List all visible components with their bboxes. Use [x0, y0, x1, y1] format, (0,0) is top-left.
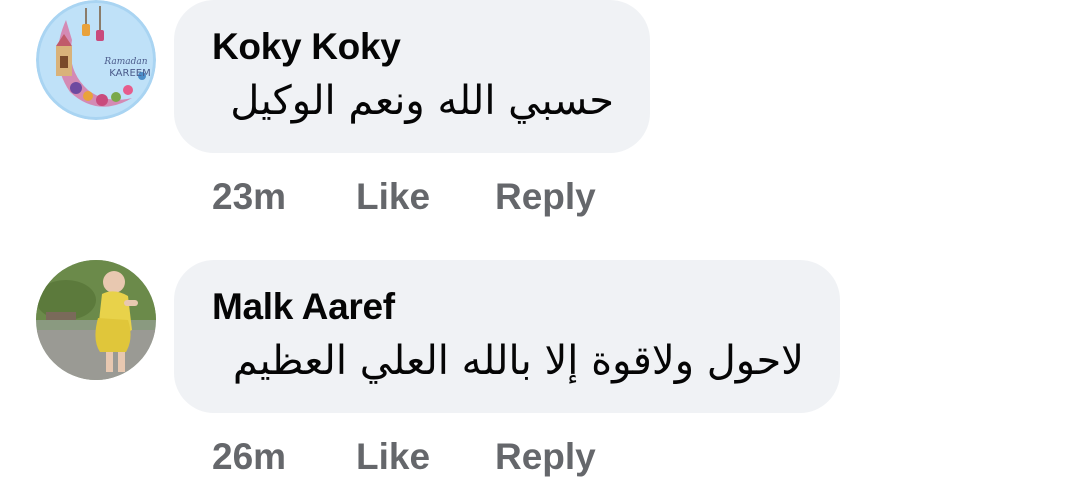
comment-timestamp[interactable]: 23m — [212, 176, 286, 218]
avatar[interactable]: Ramadan KAREEM — [36, 0, 156, 120]
reply-button[interactable]: Reply — [495, 176, 596, 218]
comment-bubble: Malk Aaref لاحول ولاقوة إلا بالله العلي … — [174, 260, 840, 413]
like-button[interactable]: Like — [356, 436, 430, 478]
comment-timestamp[interactable]: 26m — [212, 436, 286, 478]
comment-author[interactable]: Koky Koky — [212, 26, 401, 68]
avatar[interactable] — [36, 260, 156, 380]
child-photo-avatar-icon — [36, 260, 156, 380]
ramadan-kareem-avatar-icon: Ramadan KAREEM — [36, 0, 156, 120]
svg-text:KAREEM: KAREEM — [109, 68, 150, 79]
reply-button[interactable]: Reply — [495, 436, 596, 478]
comment-author[interactable]: Malk Aaref — [212, 286, 395, 328]
comment-bubble: Koky Koky حسبي الله ونعم الوكيل — [174, 0, 650, 153]
like-button[interactable]: Like — [356, 176, 430, 218]
comment-text: حسبي الله ونعم الوكيل — [230, 78, 614, 124]
comment-text: لاحول ولاقوة إلا بالله العلي العظيم — [232, 338, 804, 384]
svg-text:Ramadan: Ramadan — [103, 57, 147, 67]
